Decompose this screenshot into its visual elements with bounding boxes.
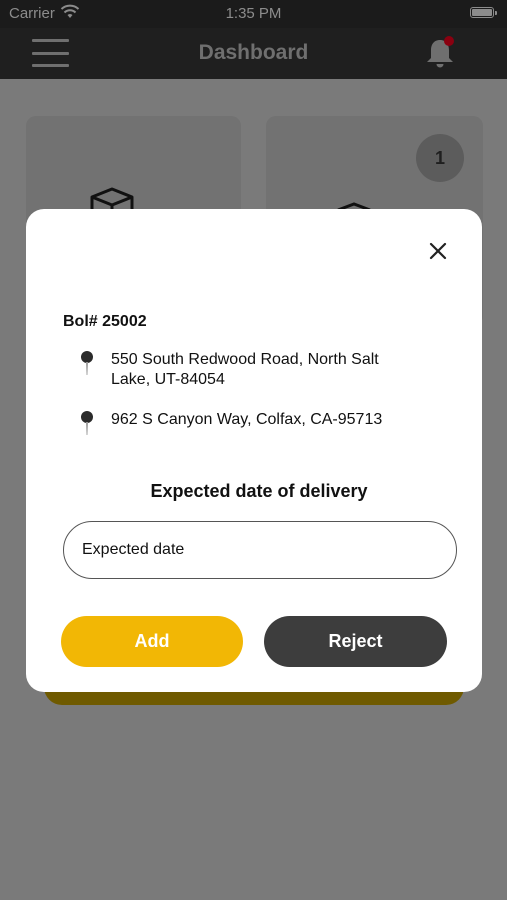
delivery-address: 962 S Canyon Way, Colfax, CA-95713 [73,410,413,435]
add-button[interactable]: Add [61,616,243,667]
notification-bell-icon[interactable] [421,34,459,72]
map-pin-icon [81,351,93,375]
pickup-address: 550 South Redwood Road, North Salt Lake,… [73,350,413,392]
map-pin-icon [81,411,93,435]
status-bar: Carrier 1:35 PM [0,0,507,28]
expected-date-input[interactable] [63,521,457,579]
bol-modal: Bol# 25002 550 South Redwood Road, North… [26,209,482,692]
battery-icon [470,7,497,18]
address-text: 962 S Canyon Way, Colfax, CA-95713 [111,411,383,428]
app-header: Dashboard [0,28,507,79]
close-icon[interactable] [427,240,449,262]
reject-button[interactable]: Reject [264,616,447,667]
clock: 1:35 PM [225,5,282,22]
count-badge: 1 [416,134,464,182]
notification-dot [444,36,454,46]
bol-number: Bol# 25002 [63,313,147,330]
expected-delivery-label: Expected date of delivery [150,481,368,501]
address-text: 550 South Redwood Road, North Salt Lake,… [111,351,379,388]
